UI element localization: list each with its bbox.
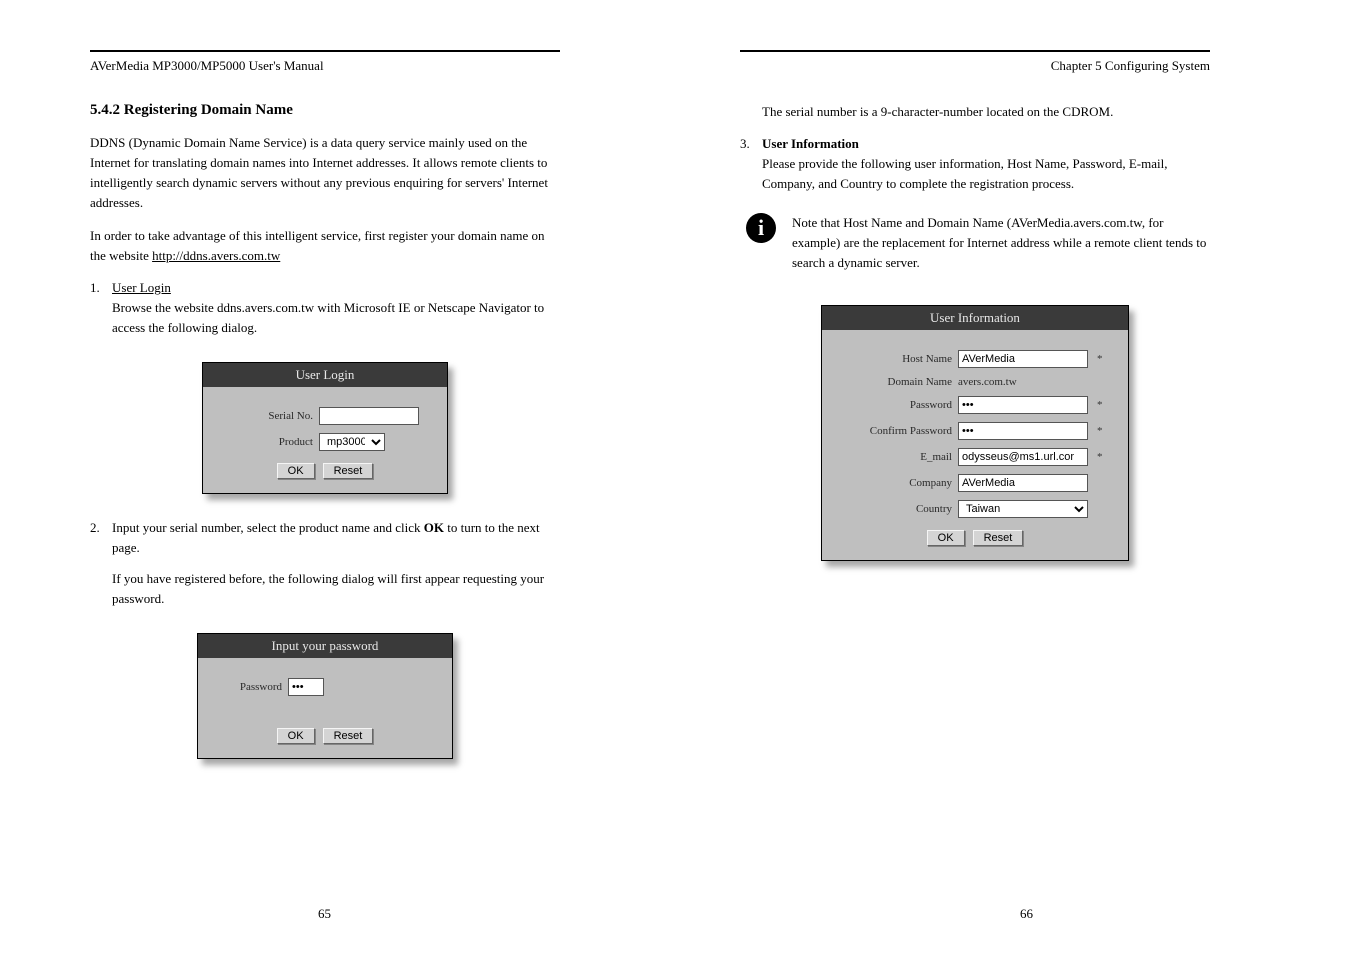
step-1-text: Browse the website ddns.avers.com.tw wit… <box>112 300 544 335</box>
hostname-input[interactable] <box>958 350 1088 368</box>
user-login-panel: User Login Serial No. Product mp3000 OK … <box>202 362 448 494</box>
header-right: Chapter 5 Configuring System <box>740 58 1210 74</box>
password-input[interactable] <box>288 678 324 696</box>
domain-label: Domain Name <box>842 376 952 388</box>
right-column: Chapter 5 Configuring System The serial … <box>740 50 1210 783</box>
page-number-left: 65 <box>318 906 331 922</box>
para-with-link: In order to take advantage of this intel… <box>90 226 560 266</box>
confirm-password-label: Confirm Password <box>842 425 952 437</box>
product-label: Product <box>223 436 313 448</box>
intro-paragraph: DDNS (Dynamic Domain Name Service) is a … <box>90 133 560 214</box>
password-label: Password <box>218 681 282 693</box>
step-3-num: 3. <box>740 134 762 194</box>
email-input[interactable] <box>958 448 1088 466</box>
step-1-title[interactable]: User Login <box>112 280 171 295</box>
product-select[interactable]: mp3000 <box>319 433 385 451</box>
info-icon: i <box>746 213 776 243</box>
serial-input[interactable] <box>319 407 419 425</box>
company-input[interactable] <box>958 474 1088 492</box>
step-1-num: 1. <box>90 278 112 338</box>
step-3-title: User Information <box>762 136 859 151</box>
registered-note-post: password. <box>112 591 164 606</box>
header-rule-right <box>740 50 1210 52</box>
step-3-text: Please provide the following user inform… <box>762 156 1167 191</box>
user-info-title: User Information <box>822 306 1128 330</box>
step-2-bold: OK <box>424 520 444 535</box>
ddns-link[interactable]: http://ddns.avers.com.tw <box>152 248 280 263</box>
company-label: Company <box>842 477 952 489</box>
password-panel-title: Input your password <box>198 634 452 658</box>
header-rule-left <box>90 50 560 52</box>
section-heading: 5.4.2 Registering Domain Name <box>90 102 560 119</box>
ui-reset-button[interactable]: Reset <box>973 530 1024 546</box>
registered-note: If you have registered before, the follo… <box>90 569 560 609</box>
pwd-reset-button[interactable]: Reset <box>323 728 374 744</box>
page-number-right: 66 <box>1020 906 1033 922</box>
confirm-password-input[interactable] <box>958 422 1088 440</box>
ui-ok-button[interactable]: OK <box>927 530 965 546</box>
serial-label: Serial No. <box>223 410 313 422</box>
pwd-ok-button[interactable]: OK <box>277 728 315 744</box>
email-required: * <box>1097 451 1103 463</box>
step-3: 3. User Information Please provide the f… <box>740 134 1210 194</box>
step-2-num: 2. <box>90 518 112 558</box>
login-reset-button[interactable]: Reset <box>323 463 374 479</box>
step-1: 1. User Login Browse the website ddns.av… <box>90 278 560 338</box>
email-label: E_mail <box>842 451 952 463</box>
ui-password-label: Password <box>842 399 952 411</box>
registered-note-pre: If you have registered before, the follo… <box>112 571 544 586</box>
ui-password-input[interactable] <box>958 396 1088 414</box>
left-column: AVerMedia MP3000/MP5000 User's Manual 5.… <box>90 50 560 783</box>
password-panel: Input your password Password OK Reset <box>197 633 453 759</box>
step-2-pre: Input your serial number, select the pro… <box>112 520 424 535</box>
step-2: 2. Input your serial number, select the … <box>90 518 560 558</box>
confirm-password-required: * <box>1097 425 1103 437</box>
info-note-text: Note that Host Name and Domain Name (AVe… <box>792 213 1210 273</box>
country-select[interactable]: Taiwan <box>958 500 1088 518</box>
user-info-panel: User Information Host Name * Domain Name… <box>821 305 1129 561</box>
domain-value: avers.com.tw <box>958 376 1017 388</box>
header-left: AVerMedia MP3000/MP5000 User's Manual <box>90 58 560 74</box>
ui-password-required: * <box>1097 399 1103 411</box>
registered-note-num <box>90 569 112 609</box>
hostname-required: * <box>1097 353 1103 365</box>
user-login-title: User Login <box>203 363 447 387</box>
country-label: Country <box>842 503 952 515</box>
login-ok-button[interactable]: OK <box>277 463 315 479</box>
info-note: i Note that Host Name and Domain Name (A… <box>740 213 1210 273</box>
hostname-label: Host Name <box>842 353 952 365</box>
serial-note: The serial number is a 9-character-numbe… <box>740 102 1210 122</box>
